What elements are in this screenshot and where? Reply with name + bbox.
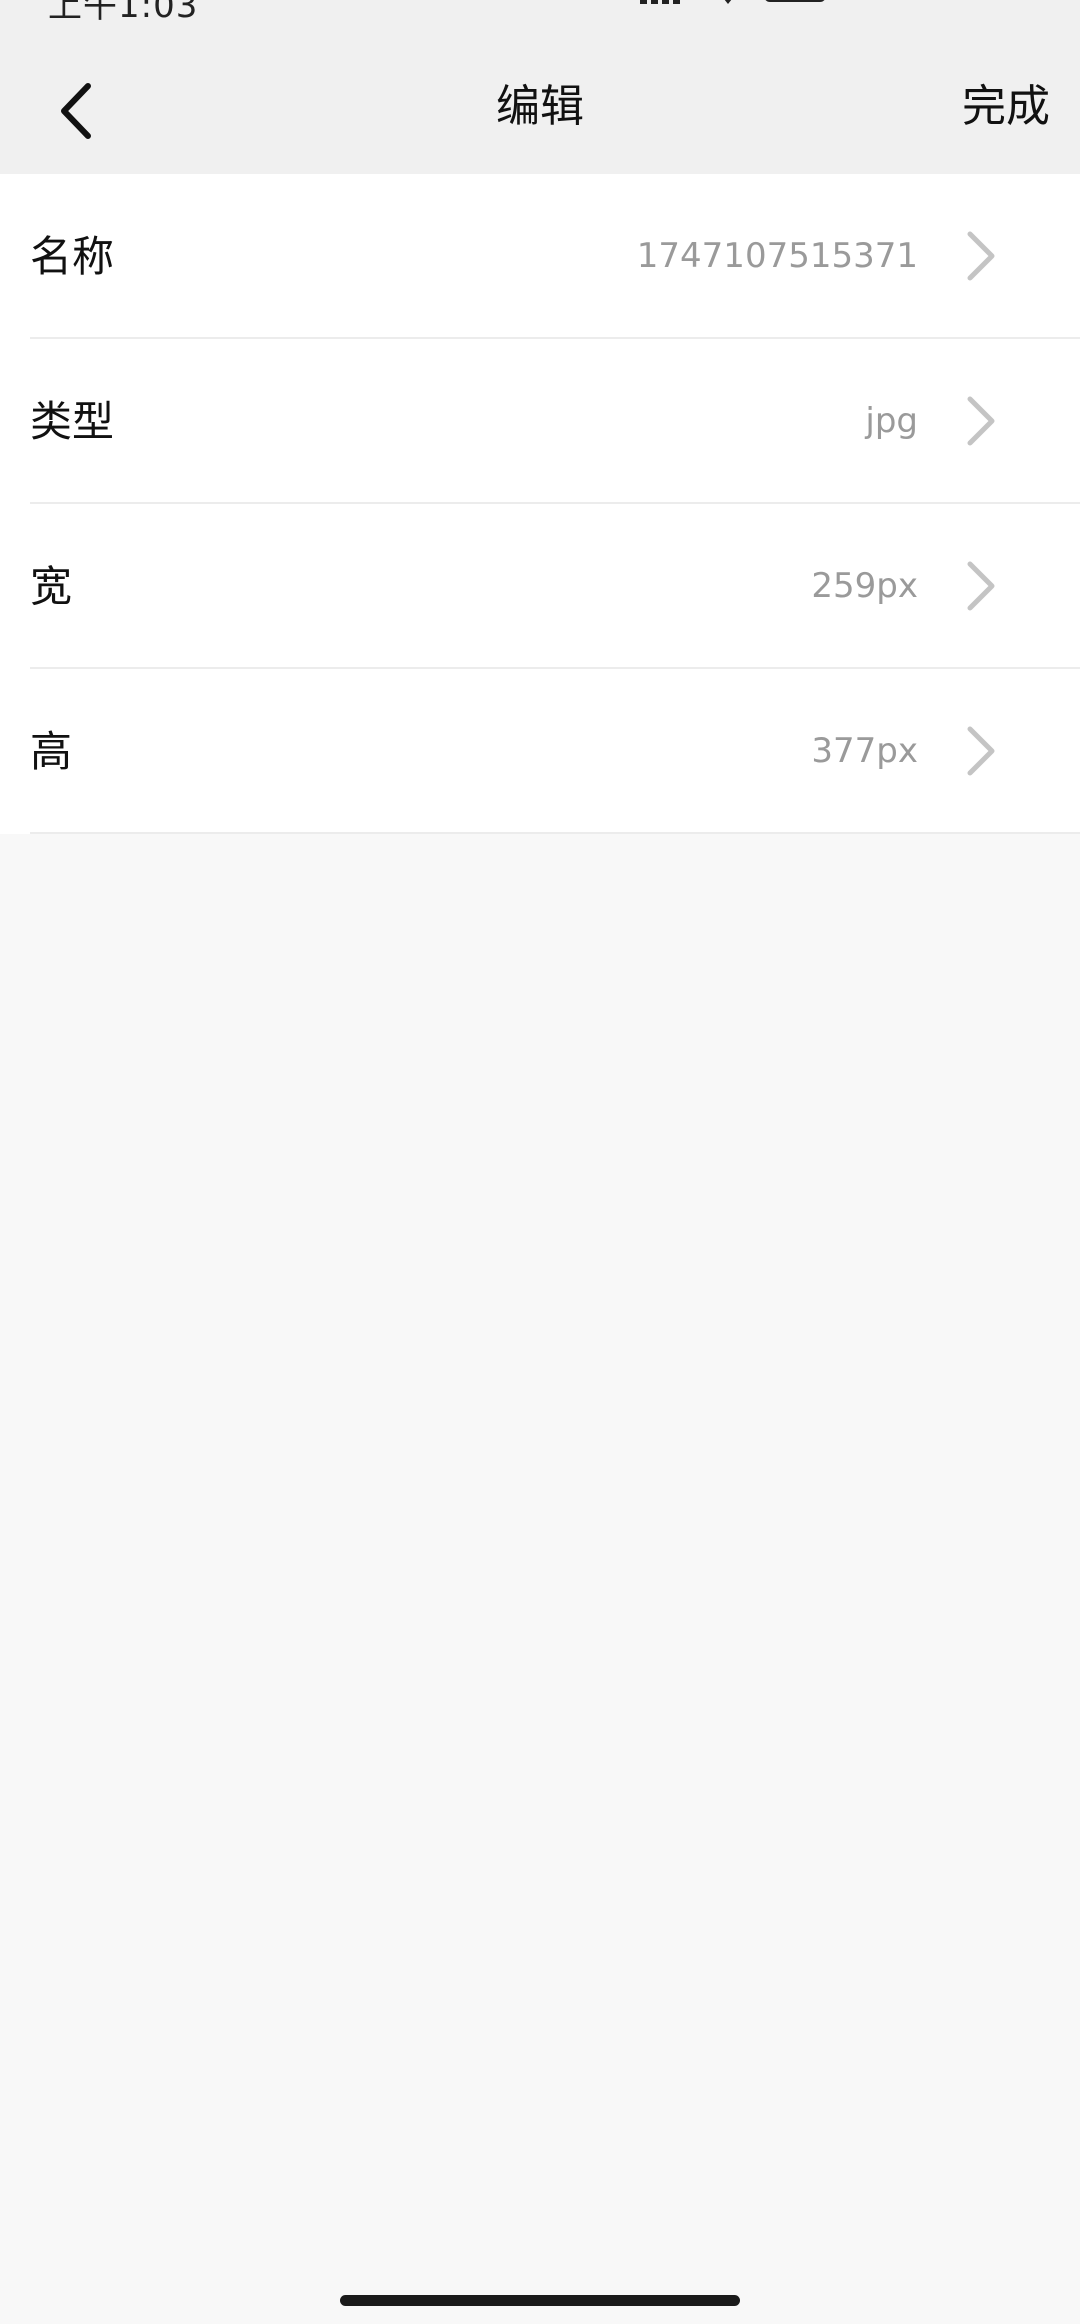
page-title: 编辑 xyxy=(496,81,584,132)
done-button[interactable]: 完成 xyxy=(962,40,1050,174)
wifi-icon xyxy=(724,0,732,4)
home-indicator[interactable] xyxy=(340,2295,740,2306)
chevron-right-icon xyxy=(967,396,995,446)
status-bar: 上午1:03 xyxy=(0,0,1080,40)
chevron-right-icon xyxy=(967,561,995,611)
battery-icon xyxy=(764,0,826,2)
row-value: 1747107515371 xyxy=(636,236,918,276)
list-item-height[interactable]: 高 377px xyxy=(0,669,1080,834)
divider xyxy=(30,832,1080,834)
row-label: 类型 xyxy=(30,397,115,446)
row-label: 高 xyxy=(30,727,73,776)
chevron-left-icon xyxy=(61,83,91,139)
list-item-type[interactable]: 类型 jpg xyxy=(0,339,1080,504)
attribute-list: 名称 1747107515371 类型 jpg 宽 259px 高 377px xyxy=(0,174,1080,834)
status-time: 上午1:03 xyxy=(48,0,199,26)
list-item-name[interactable]: 名称 1747107515371 xyxy=(0,174,1080,339)
list-item-width[interactable]: 宽 259px xyxy=(0,504,1080,669)
back-button[interactable] xyxy=(44,56,114,154)
row-label: 名称 xyxy=(30,232,115,281)
chevron-right-icon xyxy=(967,231,995,281)
row-value: 259px xyxy=(811,566,918,606)
row-value: 377px xyxy=(811,731,918,771)
navigation-bar: 编辑 完成 xyxy=(0,40,1080,174)
chevron-right-icon xyxy=(967,726,995,776)
row-value: jpg xyxy=(865,401,918,441)
row-label: 宽 xyxy=(30,562,73,611)
signal-icon xyxy=(640,0,696,4)
